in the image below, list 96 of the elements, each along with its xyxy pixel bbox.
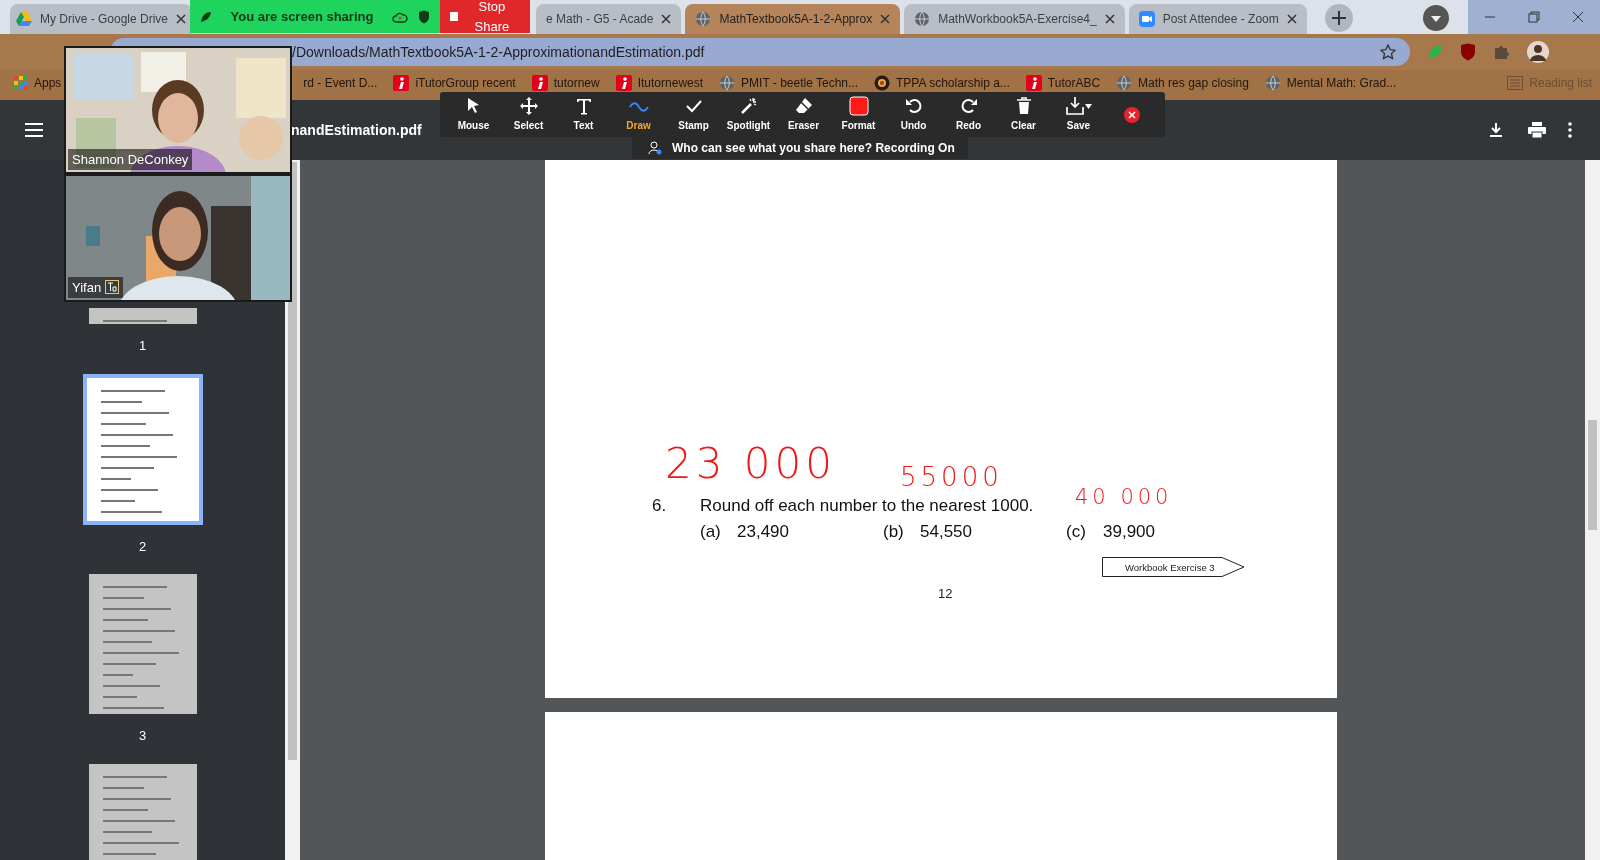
- toolbar-button[interactable]: Save: [1051, 96, 1106, 133]
- apps-grid-icon: [14, 76, 28, 90]
- page-label: 2: [138, 537, 147, 556]
- shield-icon[interactable]: [1460, 43, 1476, 61]
- close-icon[interactable]: [176, 14, 187, 24]
- participant-name: Shannon DeConkey: [68, 148, 193, 170]
- bookmark[interactable]: PMIT - beetle Techn...: [719, 74, 858, 92]
- handwritten-answer: 40 000: [1075, 484, 1173, 511]
- bookmark[interactable]: rd - Event D...: [303, 74, 378, 92]
- browser-tab[interactable]: Post Attendee - Zoom: [1128, 4, 1307, 34]
- toolbar-button[interactable]: Eraser: [776, 96, 831, 133]
- shield-icon: [418, 9, 430, 24]
- star-icon[interactable]: [1380, 44, 1396, 60]
- stop-share-button[interactable]: Stop Share: [440, 0, 530, 33]
- participant-name: Yifan: [68, 276, 124, 298]
- eraser-icon: [793, 96, 814, 116]
- question-text: Round off each number to the nearest 1000.: [700, 495, 1034, 517]
- stop-icon: [450, 12, 458, 21]
- notice-text: Who can see what you share here? Recording On: [672, 140, 955, 157]
- browser-tab[interactable]: MathTextbook5A-1-2-Approx: [685, 4, 901, 34]
- part-label: (b): [883, 520, 905, 543]
- close-icon[interactable]: [1124, 106, 1140, 123]
- bookmark[interactable]: Math res gap closing: [1116, 74, 1249, 92]
- handwritten-answer: 55000: [900, 461, 1003, 494]
- scrollbar[interactable]: [1585, 160, 1600, 860]
- toolbar-button[interactable]: Text: [556, 96, 611, 133]
- page-label: 3: [138, 727, 147, 745]
- toolbar-button[interactable]: Redo: [941, 96, 996, 133]
- cloud-icon: [392, 10, 408, 23]
- bookmark[interactable]: tutornew: [531, 74, 600, 92]
- new-tab-icon[interactable]: [1324, 4, 1353, 32]
- move-icon: [518, 96, 539, 116]
- globe-icon: [719, 75, 736, 91]
- bookmark[interactable]: Itutornewest: [615, 74, 704, 92]
- part-value: 23,490: [737, 520, 789, 543]
- globe-icon: [1264, 75, 1281, 91]
- color-swatch-icon: [848, 96, 869, 116]
- caret-icon: [1085, 103, 1092, 109]
- person-icon: [648, 141, 662, 155]
- globe-icon: [914, 11, 931, 27]
- page-thumbnail[interactable]: [82, 373, 203, 525]
- close-icon: [1572, 11, 1584, 23]
- globe-icon: [695, 11, 712, 27]
- menu-icon[interactable]: [25, 123, 43, 137]
- restore-icon: [1528, 11, 1540, 23]
- toolbar-button[interactable]: Draw: [611, 96, 666, 133]
- info-icon: [531, 75, 548, 91]
- page-number: 12: [938, 585, 953, 603]
- part-label: (c): [1066, 520, 1087, 543]
- print-icon[interactable]: [1528, 122, 1546, 138]
- save-icon: [1065, 96, 1085, 116]
- toolbar-button[interactable]: Undo: [886, 96, 941, 133]
- browser-tab[interactable]: MathWorkbook5A-Exercise4_: [904, 4, 1125, 34]
- close-icon[interactable]: [1104, 14, 1115, 24]
- page-label: 1: [138, 337, 147, 355]
- bookmark[interactable]: iTutorGroup recent: [393, 74, 516, 92]
- bookmark[interactable]: TutorABC: [1025, 74, 1101, 92]
- download-icon[interactable]: [1488, 122, 1504, 138]
- avatar-icon[interactable]: [1526, 40, 1550, 64]
- toolbar-button[interactable]: Select: [501, 96, 556, 133]
- list-icon: [1507, 76, 1524, 90]
- bookmark[interactable]: Mental Math: Grad...: [1264, 74, 1397, 92]
- browser-tab[interactable]: e Math - G5 - Acade: [536, 4, 682, 34]
- bookmark[interactable]: Apps: [14, 74, 62, 92]
- document-title: nandEstimation.pdf: [291, 120, 422, 140]
- info-icon: [393, 75, 410, 91]
- more-icon[interactable]: [1568, 122, 1572, 138]
- drive-icon: [16, 12, 32, 26]
- address-field[interactable]: /Downloads/MathTextbook5A-1-2-ApproximationandEstimation.pdf: [110, 38, 1410, 66]
- toolbar-button[interactable]: Stamp: [666, 96, 721, 133]
- part-label: (a): [700, 520, 722, 543]
- part-value: 54,550: [920, 520, 972, 543]
- toolbar-button[interactable]: Clear: [996, 96, 1051, 133]
- bookmark[interactable]: TPPA scholarship a...: [874, 74, 1010, 92]
- seal-icon: [874, 75, 890, 91]
- page-thumbnail[interactable]: [88, 574, 197, 714]
- sharing-status: You are screen sharing: [229, 7, 375, 26]
- globe-icon: [1116, 75, 1133, 91]
- video-camera-icon: [1138, 11, 1155, 27]
- browser-tab[interactable]: My Drive - Google Drive: [10, 4, 193, 34]
- toolbar-button[interactable]: Spotlight: [721, 96, 776, 133]
- address-text: /Downloads/MathTextbook5A-1-2-ApproximationandEstimation.pdf: [292, 42, 705, 62]
- leaf-icon: [200, 10, 212, 23]
- part-value: 39,900: [1103, 520, 1155, 543]
- workbook-tag: Workbook Exercise 3: [1102, 557, 1245, 577]
- tab-search-icon[interactable]: [1422, 5, 1449, 31]
- info-icon: [1025, 75, 1042, 91]
- handwritten-answer: 23 000: [665, 438, 836, 490]
- close-icon[interactable]: [1286, 14, 1297, 24]
- question-number: 6.: [652, 495, 668, 517]
- info-icon: [615, 75, 632, 91]
- toolbar-button[interactable]: Format: [831, 96, 886, 133]
- toolbar-button[interactable]: Mouse: [446, 96, 501, 133]
- undo-icon: [903, 96, 924, 116]
- close-icon[interactable]: [661, 14, 672, 24]
- page-thumbnail[interactable]: [88, 308, 197, 324]
